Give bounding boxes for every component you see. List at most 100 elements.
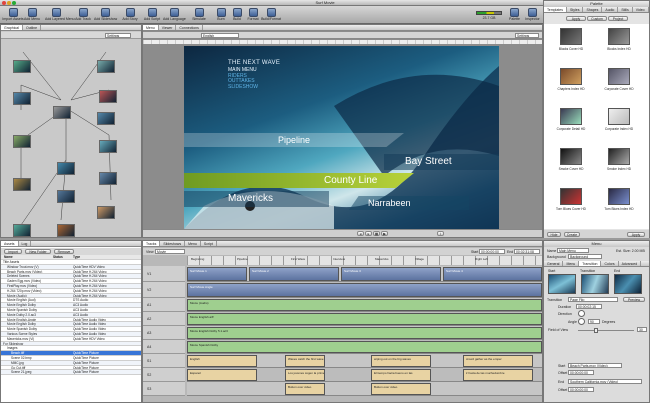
template-thumbnail[interactable] <box>560 188 582 205</box>
timeline-clip[interactable]: Movie (Audio) <box>187 299 542 311</box>
timeline-clip[interactable]: Button over video <box>285 383 325 395</box>
language-select[interactable]: English <box>201 33 239 38</box>
tab-templates[interactable]: Templates <box>544 7 567 12</box>
tab-log[interactable]: Log <box>19 241 32 246</box>
template-thumbnail[interactable] <box>608 108 630 125</box>
duration-field[interactable]: 00:00:02;15 <box>576 304 602 309</box>
fov-slider[interactable] <box>578 329 634 331</box>
tab-audio[interactable]: Audio <box>602 7 619 12</box>
tab-shapes[interactable]: Shapes <box>583 7 603 12</box>
start-thumbnail[interactable] <box>548 274 576 294</box>
track-header[interactable]: A2 <box>143 312 185 326</box>
menu-node[interactable] <box>13 224 31 237</box>
angle-field[interactable]: 90 <box>588 319 600 324</box>
asset-row[interactable]: Scene 21.jpeg QuickTime Picture <box>1 370 141 376</box>
timeline-clip[interactable]: Movie English Dolby 5.1.ac3 <box>187 327 542 339</box>
menu-node[interactable] <box>13 92 31 105</box>
direction-dial[interactable] <box>578 310 585 317</box>
toolbar-button-3[interactable]: Add Track <box>72 7 94 23</box>
timeline-clip[interactable]: Surf Movie Angle <box>187 283 542 297</box>
menu-node[interactable] <box>13 60 31 73</box>
palette-apply-button[interactable]: Apply <box>627 231 645 237</box>
menu-node[interactable] <box>57 162 75 175</box>
tab-viewer[interactable]: Viewer <box>159 25 177 30</box>
next-button[interactable]: ▸ <box>365 231 372 236</box>
tab-transition[interactable]: Transition <box>579 261 602 266</box>
tab-tracks[interactable]: Tracks <box>143 241 161 246</box>
tab-stills[interactable]: Stills <box>618 7 633 12</box>
tab-inspector-menu[interactable]: Menu <box>563 261 580 266</box>
start-offset-field[interactable]: 00:00:00;00 <box>568 370 594 375</box>
menu-node[interactable] <box>57 190 75 203</box>
prev-button[interactable]: ◂ <box>357 231 364 236</box>
track-header[interactable]: A1 <box>143 298 185 312</box>
col-status[interactable]: Status <box>53 255 73 259</box>
palette-apply-top[interactable]: Apply <box>566 16 586 21</box>
mavericks-button[interactable]: Mavericks <box>228 193 273 204</box>
play-button[interactable]: ▶ <box>381 231 388 236</box>
timeline-clip[interactable]: English <box>187 355 257 367</box>
menu-node[interactable] <box>57 224 75 237</box>
palette-create-button[interactable]: Create <box>564 231 580 237</box>
grid-button[interactable]: ▦ <box>373 231 380 236</box>
preview-button[interactable]: Preview <box>623 297 645 302</box>
tab-styles[interactable]: Styles <box>567 7 584 12</box>
palette-hide-button[interactable]: Hide <box>547 231 561 237</box>
tab-colors[interactable]: Colors <box>601 261 619 266</box>
toolbar-button-12[interactable]: Build/Format <box>260 7 282 23</box>
start-clip-select[interactable]: Beach Parts.mov (Video) <box>568 363 622 368</box>
tab-menu[interactable]: Menu <box>143 25 159 30</box>
zoom-window-button[interactable] <box>12 1 16 5</box>
narrabeen-button[interactable]: Narrabeen <box>368 198 411 208</box>
timeline-clip[interactable]: Surf Movie 3 <box>341 267 441 281</box>
track-header[interactable]: S3 <box>143 382 185 396</box>
template-thumbnail[interactable] <box>560 28 582 45</box>
angle-dial[interactable] <box>578 318 585 325</box>
fov-field[interactable]: 30 <box>637 327 647 332</box>
nav-slideshow[interactable]: SLIDESHOW <box>228 84 308 91</box>
tab-graphical[interactable]: Graphical <box>1 25 23 30</box>
timeline-clip[interactable]: Button over video <box>371 383 431 395</box>
tab-assets[interactable]: Assets <box>1 241 19 246</box>
viewer-settings-select[interactable]: Settings <box>515 33 539 38</box>
transition-thumbnail[interactable] <box>581 274 609 294</box>
template-thumbnail[interactable] <box>560 68 582 85</box>
tab-video[interactable]: Video <box>633 7 649 12</box>
chapter-marker[interactable]: Beginning <box>191 257 204 261</box>
tab-script[interactable]: Script <box>201 241 217 246</box>
close-window-button[interactable] <box>2 1 6 5</box>
tab-outline[interactable]: Outline <box>23 25 42 30</box>
menu-node[interactable] <box>99 172 117 185</box>
template-thumbnail[interactable] <box>608 148 630 165</box>
timeline-clip[interactable]: wiping out on the big waves <box>371 355 431 367</box>
toolbar-button-1[interactable]: Add Menu <box>21 7 43 23</box>
template-thumbnail[interactable] <box>608 28 630 45</box>
timeline-clip[interactable]: Surf Movie 2 <box>249 267 339 281</box>
timeline-clip[interactable]: crowd gather as the emper <box>463 355 533 367</box>
timeline-clip[interactable]: Los jovenes cogen la primer <box>285 369 325 381</box>
menu-node[interactable] <box>99 90 117 103</box>
menu-node[interactable] <box>13 178 31 191</box>
col-type[interactable]: Type <box>73 255 139 259</box>
template-thumbnail[interactable] <box>560 108 582 125</box>
info-button[interactable]: i <box>437 231 444 236</box>
tab-advanced[interactable]: Advanced <box>619 261 642 266</box>
chapter-marker[interactable]: First Wave <box>291 257 305 261</box>
county-line-button[interactable]: County Line <box>324 175 377 186</box>
toolbar-button-5[interactable]: Add Story <box>119 7 141 23</box>
start-timecode[interactable]: 00:00:00;00 <box>479 249 505 254</box>
track-header[interactable]: V1 <box>143 266 185 282</box>
timeline-clip[interactable]: El tiempo hacia bueno en las <box>371 369 431 381</box>
end-clip-select[interactable]: Southern California.mov (Video) <box>568 379 642 384</box>
track-header[interactable]: S1 <box>143 354 185 368</box>
timeline-clip[interactable]: ir hacia de las muchedumbre <box>463 369 533 381</box>
menu-node[interactable] <box>13 135 31 148</box>
track-header[interactable]: A4 <box>143 340 185 354</box>
col-name[interactable]: Name <box>1 255 53 259</box>
chapter-marker[interactable]: Mavericks <box>375 257 389 261</box>
remove-button[interactable]: Remove <box>54 249 74 254</box>
palette-project[interactable]: Project <box>608 16 628 21</box>
menu-node[interactable] <box>99 140 117 153</box>
view-select[interactable]: Movie <box>155 249 185 254</box>
track-header[interactable]: V2 <box>143 282 185 298</box>
